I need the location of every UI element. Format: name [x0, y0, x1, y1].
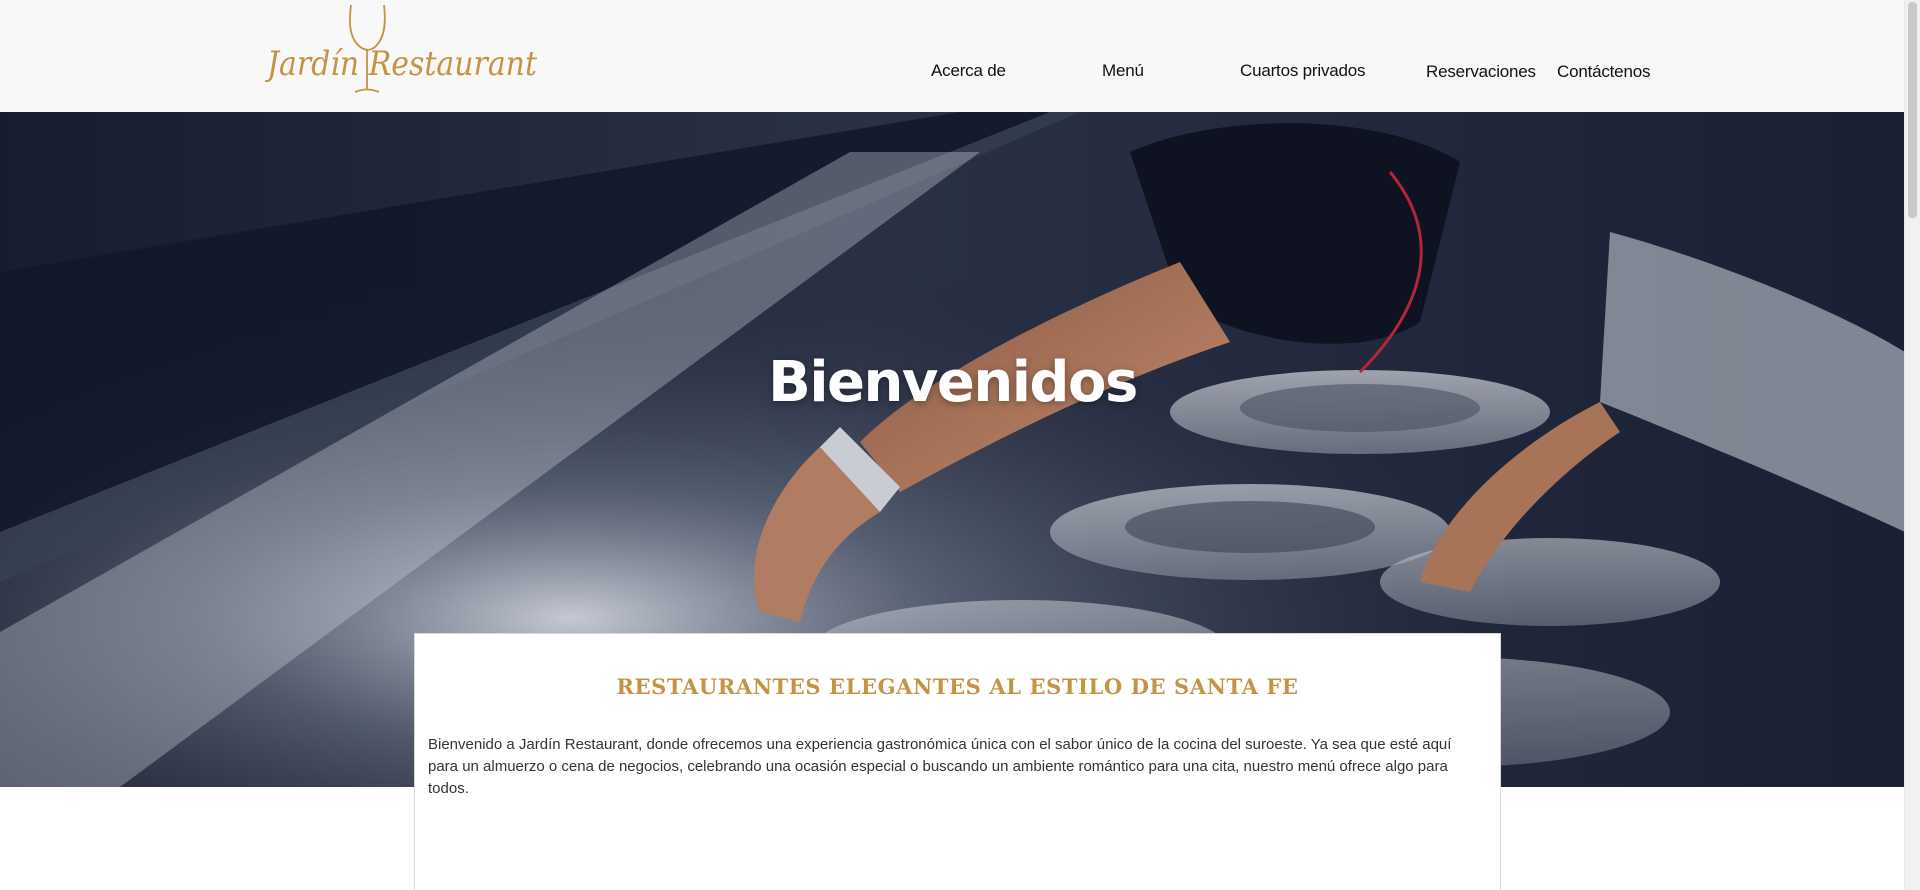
intro-heading: RESTAURANTES ELEGANTES AL ESTILO DE SANT…: [616, 674, 1299, 699]
vertical-scrollbar[interactable]: [1904, 0, 1920, 890]
nav-reservations[interactable]: Reservaciones: [1426, 62, 1536, 82]
intro-card: RESTAURANTES ELEGANTES AL ESTILO DE SANT…: [414, 633, 1501, 890]
nav-menu[interactable]: Menú: [1102, 61, 1144, 81]
page: Jardín Restaurant Acerca de Menú Cuartos…: [0, 0, 1920, 890]
logo[interactable]: Jardín Restaurant: [265, 4, 545, 98]
intro-text: Bienvenido a Jardín Restaurant, donde of…: [428, 736, 1452, 797]
scrollbar-thumb[interactable]: [1908, 2, 1917, 218]
logo-text: Jardín Restaurant: [265, 44, 537, 84]
wine-glass-icon: Jardín Restaurant: [265, 4, 537, 93]
site-header: Jardín Restaurant Acerca de Menú Cuartos…: [0, 0, 1905, 113]
nav-about[interactable]: Acerca de: [931, 61, 1006, 81]
hero-title: Bienvenidos: [768, 350, 1138, 415]
nav-private-rooms[interactable]: Cuartos privados: [1240, 61, 1366, 81]
nav-contact[interactable]: Contáctenos: [1557, 62, 1650, 82]
